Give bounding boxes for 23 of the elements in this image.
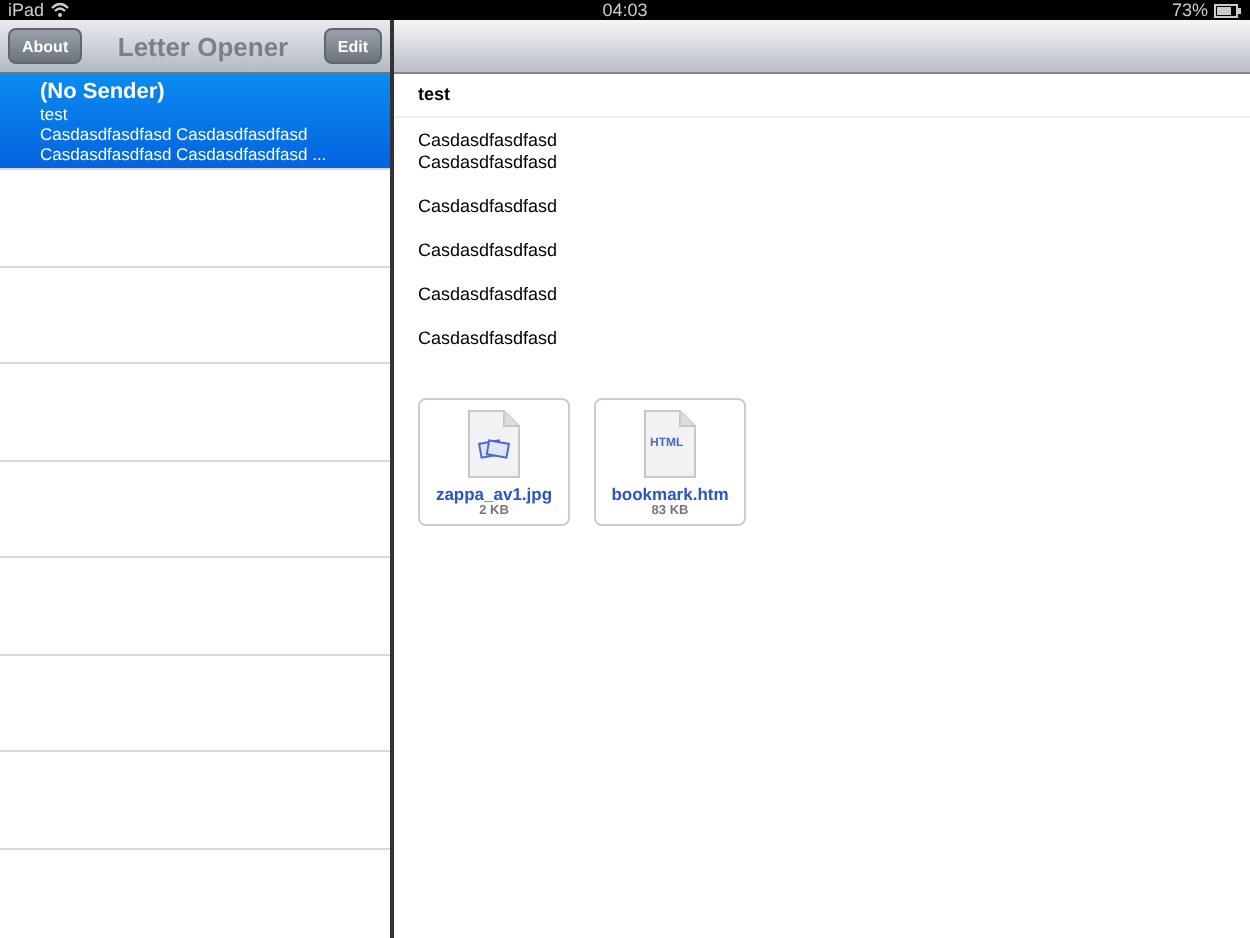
pictures-icon <box>478 436 510 460</box>
message-row[interactable]: (No Sender) test Casdasdfasdfasd Casdasdfasdfasd Casdasdfasdfasd Casdasdfasdfasd ... <box>0 74 390 170</box>
app-title: Letter Opener <box>117 31 289 61</box>
attachment-name: bookmark.htm <box>611 484 729 504</box>
body-paragraph: Casdasdfasdfasd <box>418 284 560 306</box>
body-paragraph: Casdasdfasdfasd Casdasdfasdfasd <box>418 130 560 174</box>
body-paragraph: Casdasdfasdfasd <box>418 196 560 218</box>
message-subject: test <box>394 74 1250 118</box>
clock: 04:03 <box>602 0 648 20</box>
message-preview: Casdasdfasdfasd Casdasdfasdfasd <box>40 124 310 144</box>
device-name: iPad <box>8 0 45 20</box>
wifi-icon <box>50 2 71 18</box>
message-preview: Casdasdfasdfasd Casdasdfasdfasd ... <box>40 144 329 164</box>
attachment-name: zappa_av1.jpg <box>435 484 553 504</box>
sender-name: (No Sender) <box>40 80 167 104</box>
document-icon <box>644 410 696 478</box>
battery-icon <box>1214 3 1242 17</box>
edit-button[interactable]: Edit <box>323 28 382 64</box>
body-paragraph: Casdasdfasdfasd <box>418 328 560 350</box>
message-subject: test <box>40 104 70 124</box>
body-paragraph: Casdasdfasdfasd <box>418 240 560 262</box>
about-button[interactable]: About <box>8 28 83 64</box>
battery-percent: 73% <box>1171 0 1208 20</box>
